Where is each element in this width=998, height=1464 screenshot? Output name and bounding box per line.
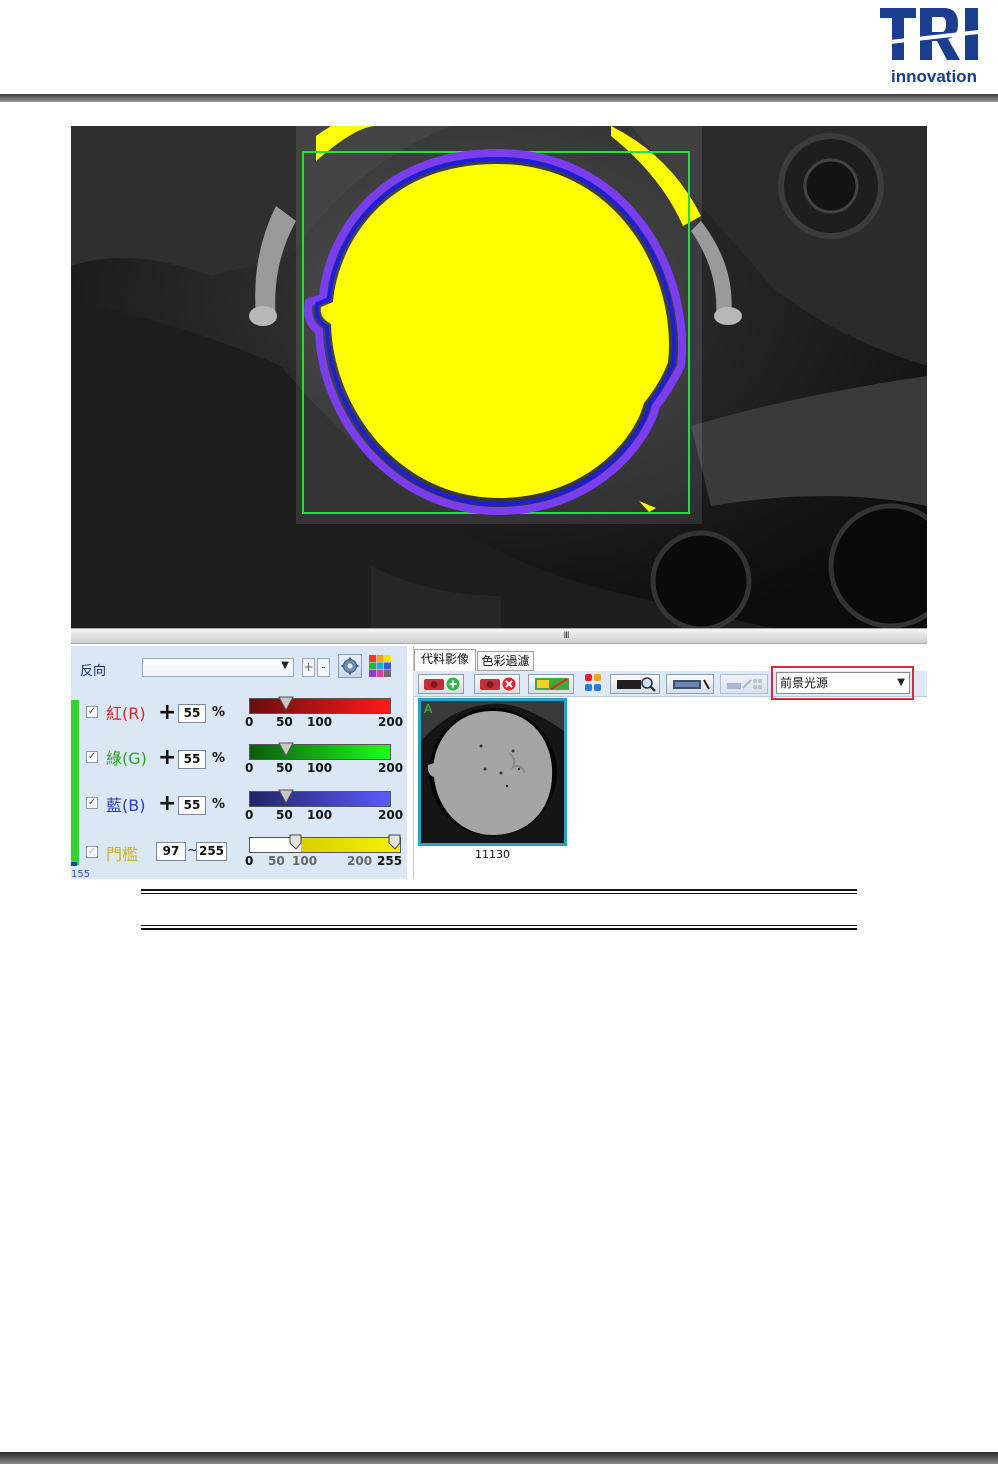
blue-tick-200: 200: [378, 808, 404, 822]
green-tick-0: 0: [245, 761, 254, 775]
threshold-min-thumb[interactable]: [289, 834, 305, 850]
measure-icon: [673, 679, 710, 690]
blue-plus-sign: +: [158, 791, 177, 816]
swap-image-button[interactable]: [528, 674, 574, 694]
camera-viewer[interactable]: [71, 126, 927, 628]
green-slider-thumb[interactable]: [278, 742, 294, 758]
red-slider-thumb[interactable]: [278, 696, 294, 712]
add-button[interactable]: +: [302, 658, 315, 677]
green-checkbox[interactable]: ✓: [86, 751, 98, 763]
gear-icon: [341, 657, 359, 675]
level-indicator-marker: [71, 862, 77, 866]
red-slider[interactable]: [249, 698, 391, 714]
svg-text:innovation: innovation: [891, 67, 977, 86]
dropdown-arrow-icon: ▼: [897, 677, 905, 688]
layout-icon: [727, 679, 762, 689]
remove-button[interactable]: -: [317, 658, 330, 677]
threshold-tick-255: 255: [377, 854, 403, 868]
green-tick-50: 50: [276, 761, 293, 775]
color-grid-button[interactable]: [368, 654, 392, 678]
tab-material-image[interactable]: 代料影像: [414, 649, 476, 671]
threshold-tick-100: 100: [292, 854, 318, 868]
blue-tick-50: 50: [276, 808, 293, 822]
light-source-value: 前景光源: [780, 676, 829, 690]
color-dots-button[interactable]: [582, 672, 604, 694]
threshold-slider[interactable]: [249, 837, 401, 853]
chevron-down-icon: ▼: [281, 660, 289, 671]
blue-slider[interactable]: [249, 791, 391, 807]
blue-checkbox[interactable]: ✓: [86, 797, 98, 809]
threshold-tick-0: 0: [245, 854, 254, 868]
green-tick-200: 200: [378, 761, 404, 775]
panel-splitter[interactable]: III: [71, 628, 927, 644]
green-plus-sign: +: [158, 745, 177, 770]
direction-select[interactable]: ▼: [142, 658, 294, 677]
threshold-tick-200: 200: [347, 854, 373, 868]
swap-image-icon: [535, 678, 569, 690]
green-tick-100: 100: [307, 761, 333, 775]
light-source-select[interactable]: 前景光源 ▼: [776, 672, 910, 694]
threshold-tick-50: 50: [268, 854, 285, 868]
blue-tick-0: 0: [245, 808, 254, 822]
red-tick-50: 50: [276, 715, 293, 729]
blue-tick-100: 100: [307, 808, 333, 822]
settings-button[interactable]: [338, 654, 362, 678]
red-tick-100: 100: [307, 715, 333, 729]
capture-remove-icon: [480, 677, 516, 691]
measure-button[interactable]: [666, 674, 714, 694]
footer-rule: [0, 1452, 998, 1464]
direction-label: 反向: [80, 664, 107, 679]
blue-slider-thumb[interactable]: [278, 789, 294, 805]
zoom-button[interactable]: [610, 674, 660, 694]
image-thumbnail[interactable]: A: [418, 698, 567, 846]
blue-percent-unit: %: [212, 797, 226, 812]
red-checkbox[interactable]: ✓: [86, 706, 98, 718]
capture-remove-button[interactable]: [474, 674, 520, 694]
tab-color-filter[interactable]: 色彩過濾: [477, 651, 534, 671]
layout-button[interactable]: [720, 674, 768, 694]
blue-percent-input[interactable]: 55: [178, 796, 206, 815]
splitter-grip[interactable]: III: [556, 629, 576, 643]
blue-channel-label: 藍(B): [106, 796, 146, 815]
green-slider[interactable]: [249, 744, 391, 760]
threshold-checkbox[interactable]: ✓: [86, 846, 98, 858]
threshold-max-input[interactable]: 255: [196, 842, 227, 861]
green-channel-label: 綠(G): [106, 749, 147, 768]
threshold-max-thumb[interactable]: [388, 834, 404, 850]
header-rule: [0, 94, 998, 102]
red-plus-sign: +: [158, 700, 177, 725]
caption-rule-top: [141, 889, 857, 891]
caption-rule-top-inner: [141, 893, 857, 894]
svg-text:A: A: [424, 702, 433, 716]
red-percent-input[interactable]: 55: [178, 704, 206, 723]
threshold-label: 門檻: [106, 845, 139, 864]
level-indicator-bar: [71, 700, 79, 865]
caption-rule-bottom-inner: [141, 925, 857, 926]
red-tick-200: 200: [378, 715, 404, 729]
color-grid-icon: [369, 655, 391, 677]
capture-add-icon: [424, 677, 460, 691]
caption-rule-bottom: [141, 928, 857, 930]
thumbnail-caption: 11130: [475, 848, 510, 861]
red-channel-label: 紅(R): [106, 704, 146, 723]
tri-innovation-logo: innovation: [872, 2, 996, 88]
level-indicator-value: 155: [71, 869, 91, 880]
red-tick-0: 0: [245, 715, 254, 729]
green-percent-unit: %: [212, 751, 226, 766]
color-dots-icon: [585, 674, 601, 691]
capture-add-button[interactable]: [418, 674, 464, 694]
zoom-icon: [617, 677, 656, 692]
red-percent-unit: %: [212, 705, 226, 720]
green-percent-input[interactable]: 55: [178, 750, 206, 769]
threshold-min-input[interactable]: 97: [156, 842, 186, 861]
